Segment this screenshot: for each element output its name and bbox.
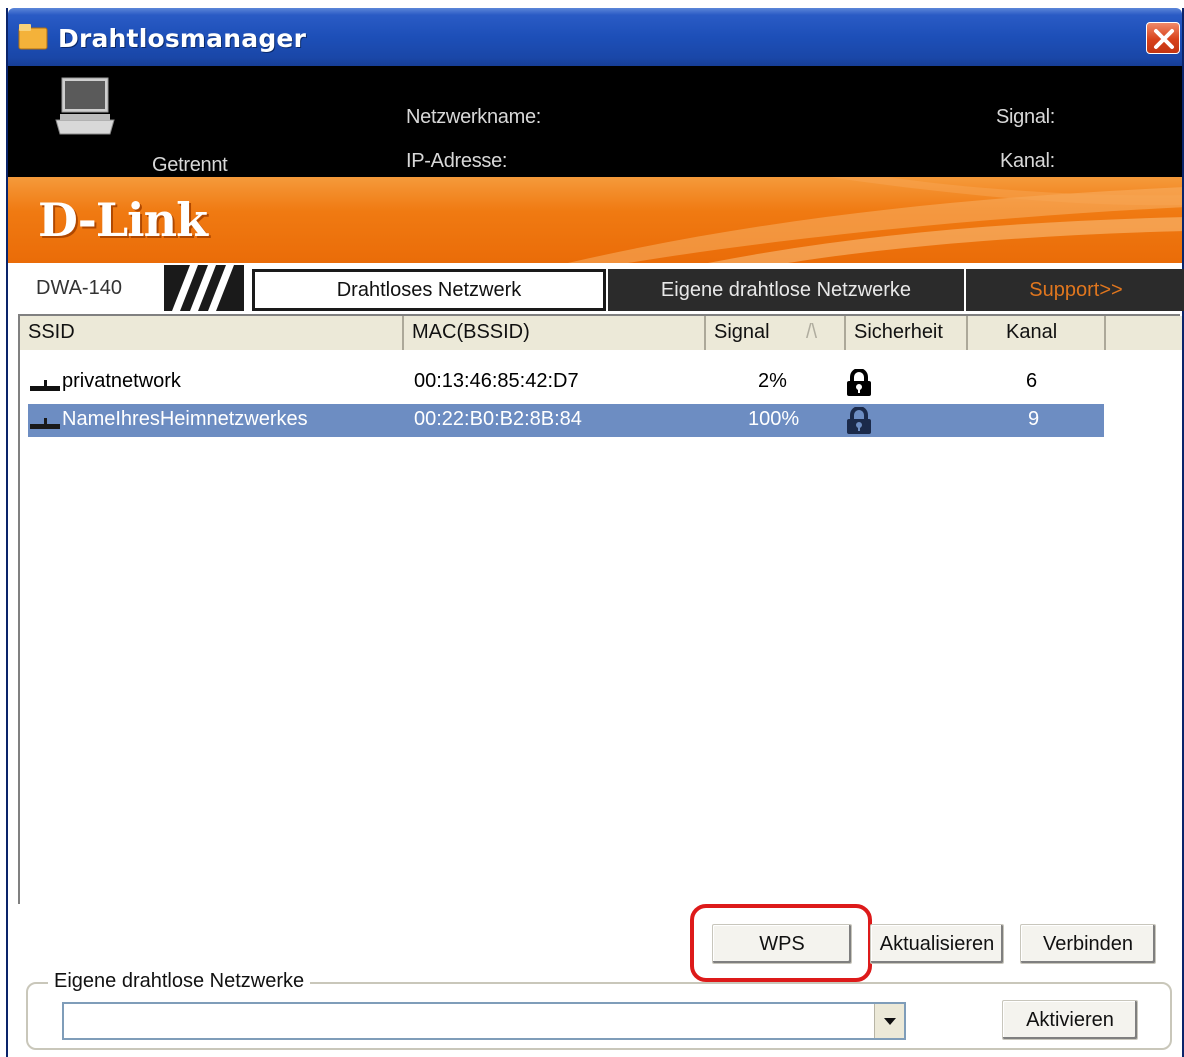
ip-address-label: IP-Adresse: [406, 150, 508, 172]
close-button[interactable] [1146, 22, 1180, 54]
column-header-channel[interactable]: Kanal [968, 316, 1106, 350]
access-point-icon [30, 380, 60, 391]
table-row-selected[interactable]: NameIhresHeimnetzwerkes 00:22:B0:B2:8B:8… [28, 404, 1104, 437]
tab-support[interactable]: Support>> [966, 269, 1184, 311]
connection-state: Getrennt [152, 154, 228, 176]
dlink-logo: D-Link [38, 193, 208, 247]
window-title: Drahtlosmanager [58, 24, 307, 53]
table-row[interactable]: privatnetwork 00:13:46:85:42:D7 2% 6 [28, 366, 1104, 399]
tab-wireless-network[interactable]: Drahtloses Netzwerk [252, 269, 606, 311]
app-icon [18, 22, 48, 50]
app-window: Drahtlosmanager Getrennt Netzwerkname: I… [6, 8, 1184, 1057]
signal-label: Signal: [996, 106, 1056, 128]
column-header-ssid[interactable]: SSID [20, 316, 404, 350]
close-icon [1154, 29, 1174, 49]
channel-cell: 9 [1028, 408, 1040, 430]
activate-button[interactable]: Aktivieren [1002, 1000, 1138, 1040]
profile-select-dropdown[interactable] [874, 1004, 904, 1038]
profile-select[interactable] [62, 1002, 906, 1040]
stripes-decoration [164, 265, 244, 311]
brand-banner: D-Link [8, 177, 1182, 263]
column-header-mac[interactable]: MAC(BSSID) [404, 316, 706, 350]
connect-button[interactable]: Verbinden [1020, 924, 1156, 964]
status-panel: Getrennt Netzwerkname: IP-Adresse: Signa… [8, 66, 1182, 177]
profiles-group-label: Eigene drahtlose Netzwerke [48, 970, 311, 993]
wps-button[interactable]: WPS [712, 924, 852, 964]
mac-cell: 00:22:B0:B2:8B:84 [414, 408, 582, 430]
list-header: SSID MAC(BSSID) Signal /\ Sicherheit Kan… [20, 316, 1182, 350]
network-name-label: Netzwerkname: [406, 106, 542, 128]
ssid-cell: NameIhresHeimnetzwerkes [62, 408, 308, 430]
tab-my-wireless-networks[interactable]: Eigene drahtlose Netzwerke [608, 269, 964, 311]
column-header-security[interactable]: Sicherheit [846, 316, 968, 350]
access-point-icon [30, 418, 60, 429]
refresh-button[interactable]: Aktualisieren [870, 924, 1004, 964]
lock-icon [847, 407, 871, 434]
column-header-signal[interactable]: Signal /\ [706, 316, 846, 350]
laptop-icon [54, 76, 118, 143]
channel-cell: 6 [1026, 370, 1038, 392]
title-bar[interactable]: Drahtlosmanager [8, 8, 1182, 66]
adapter-model: DWA-140 [36, 277, 122, 299]
signal-cell: 2% [758, 370, 787, 392]
ssid-cell: privatnetwork [62, 370, 181, 392]
mac-cell: 00:13:46:85:42:D7 [414, 370, 579, 392]
channel-label: Kanal: [1000, 150, 1055, 172]
tab-bar: DWA-140 Drahtloses Netzwerk Eigene draht… [8, 263, 1184, 313]
network-list[interactable]: SSID MAC(BSSID) Signal /\ Sicherheit Kan… [18, 314, 1182, 904]
chevron-down-icon [884, 1018, 896, 1025]
sort-ascending-icon: /\ [806, 321, 818, 343]
column-header-signal-label: Signal [714, 321, 770, 343]
lock-icon [847, 369, 871, 396]
bottom-panel: WPS Aktualisieren Verbinden Eigene draht… [8, 904, 1182, 1057]
signal-cell: 100% [748, 408, 800, 430]
